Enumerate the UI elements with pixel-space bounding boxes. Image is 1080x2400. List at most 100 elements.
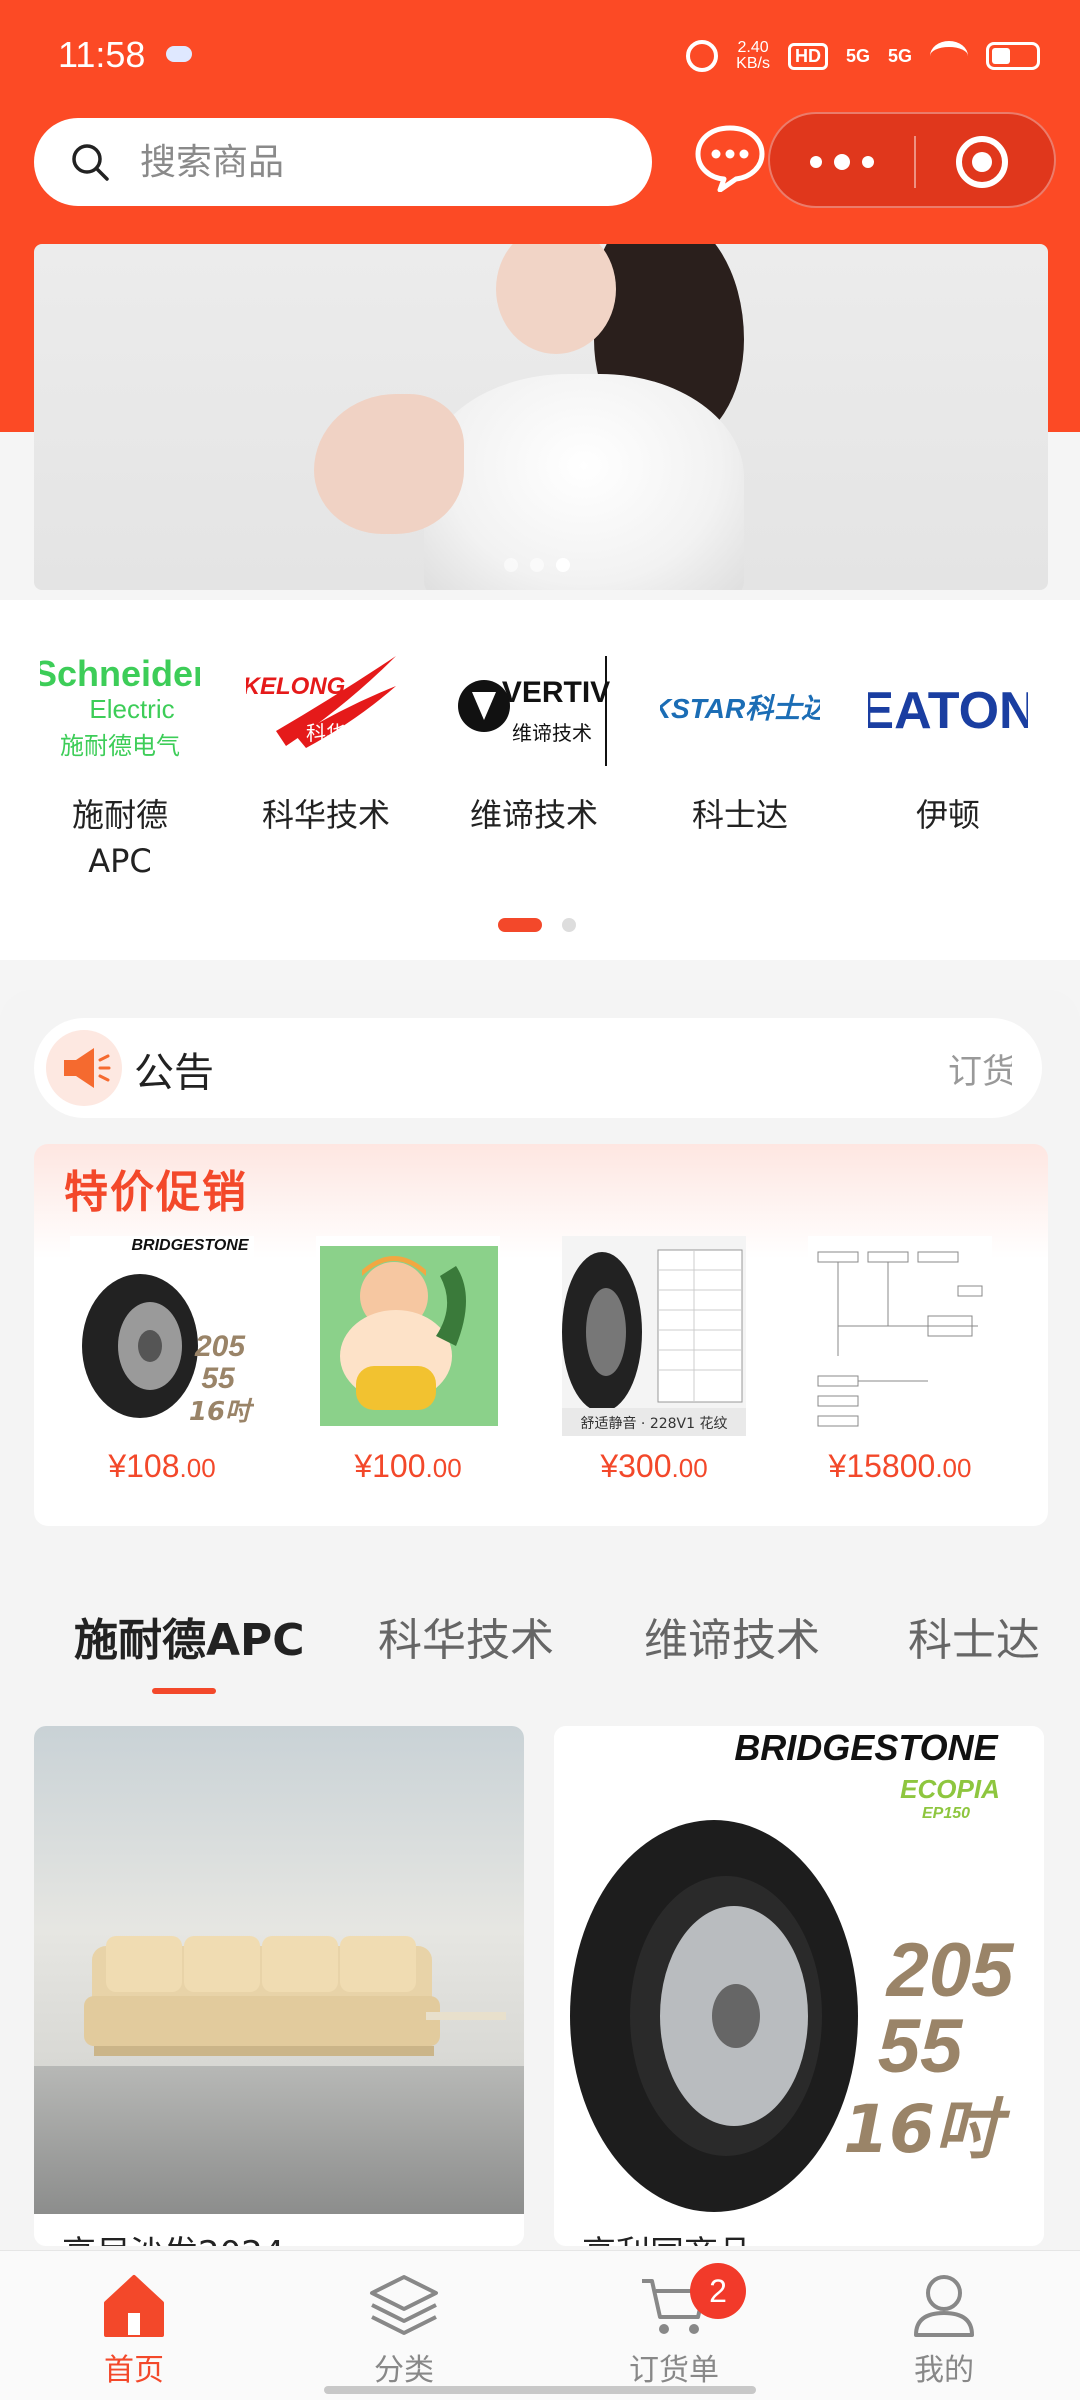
hd-icon: HD bbox=[787, 42, 828, 70]
speed-value: 2.40 bbox=[737, 39, 769, 56]
alarm-icon bbox=[686, 40, 719, 72]
signal-icon-2: 5G bbox=[887, 45, 912, 66]
brand-tabs: 施耐德APC 科华技术 维谛技术 科士达 bbox=[0, 1580, 1080, 1700]
speed-unit: KB/s bbox=[736, 55, 770, 72]
svg-text:205: 205 bbox=[194, 1330, 246, 1363]
promo-item[interactable]: BRIDGESTONE 205 55 16吋 ¥108.00 bbox=[62, 1236, 262, 1485]
promo-image-diagram bbox=[808, 1236, 992, 1436]
notice-bar[interactable]: 公告 订货 bbox=[34, 1018, 1042, 1118]
chat-icon[interactable] bbox=[694, 124, 766, 192]
vertiv-logo: VERTIV 维谛技术 bbox=[454, 636, 614, 776]
product-image-tire: BRIDGESTONE ECOPIA EP150 205 55 16吋 bbox=[554, 1726, 1044, 2214]
user-icon bbox=[908, 2269, 980, 2341]
product-card[interactable]: BRIDGESTONE ECOPIA EP150 205 55 16吋 高利同商… bbox=[554, 1726, 1044, 2246]
kelong-logo: KELONG 科华技术 bbox=[246, 636, 406, 776]
layers-icon bbox=[368, 2269, 440, 2341]
tabbar-label: 订货单 bbox=[629, 2353, 719, 2388]
product-card[interactable]: 高尼沙发2024 bbox=[34, 1726, 524, 2246]
promo-image-tire-label: 舒适静音 · 228V1 花纹 bbox=[562, 1236, 746, 1436]
svg-text:VERTIV: VERTIV bbox=[502, 676, 610, 709]
promo-item[interactable]: ¥100.00 bbox=[308, 1236, 508, 1485]
promo-image-cartoon bbox=[316, 1236, 500, 1436]
svg-text:KSTAR科士达: KSTAR科士达 bbox=[660, 693, 820, 724]
more-button[interactable] bbox=[770, 114, 914, 210]
brand-item-kstar[interactable]: KSTAR科士达 科士达 bbox=[640, 636, 840, 838]
brand-item-vertiv[interactable]: VERTIV 维谛技术 维谛技术 bbox=[434, 636, 634, 838]
svg-text:BRIDGESTONE: BRIDGESTONE bbox=[131, 1237, 249, 1254]
tabbar-label: 首页 bbox=[104, 2353, 164, 2388]
status-time: 11:58 bbox=[58, 34, 146, 75]
promo-price: ¥300.00 bbox=[600, 1448, 708, 1484]
tabbar-label: 分类 bbox=[374, 2353, 434, 2388]
eaton-logo: EATON bbox=[868, 636, 1028, 776]
banner-carousel[interactable] bbox=[34, 244, 1048, 590]
brand-item-kelong[interactable]: KELONG 科华技术 科华技术 bbox=[226, 636, 426, 838]
brand-section: Schneider Electric 施耐德电气 施耐德APC KELONG 科… bbox=[0, 600, 1080, 960]
brand-name: 科士达 bbox=[691, 796, 788, 834]
svg-text:16吋: 16吋 bbox=[843, 2091, 1011, 2168]
notice-marquee-text: 订货 bbox=[948, 1052, 1012, 1092]
promo-title: 特价促销 bbox=[64, 1167, 248, 1218]
tabbar-mine[interactable]: 我的 bbox=[844, 2269, 1044, 2389]
tab-kelong[interactable]: 科华技术 bbox=[378, 1604, 554, 1668]
promo-image-tire: BRIDGESTONE 205 55 16吋 bbox=[70, 1236, 254, 1436]
promo-price: ¥108.00 bbox=[108, 1448, 216, 1484]
bottom-tab-bar: 首页 分类 订货单 我的 2 bbox=[0, 2250, 1080, 2400]
notice-title: 公告 bbox=[134, 1050, 214, 1096]
product-title: 高利同商品 bbox=[582, 2226, 752, 2246]
tab-vertiv[interactable]: 维谛技术 bbox=[644, 1604, 820, 1668]
tabbar-label: 我的 bbox=[914, 2353, 974, 2388]
status-bar: 11:58 2.40 KB/s HD 5G 5G bbox=[0, 0, 1080, 112]
network-speed: 2.40 KB/s bbox=[736, 40, 770, 72]
promo-item[interactable]: 舒适静音 · 228V1 花纹 ¥300.00 bbox=[554, 1236, 754, 1485]
capsule-divider bbox=[914, 136, 916, 188]
tab-schneider[interactable]: 施耐德APC bbox=[74, 1604, 305, 1668]
brand-item-schneider[interactable]: Schneider Electric 施耐德电气 施耐德APC bbox=[20, 636, 220, 884]
gesture-bar bbox=[324, 2386, 756, 2394]
wifi-icon bbox=[930, 41, 968, 71]
svg-text:55: 55 bbox=[878, 2004, 964, 2089]
promo-price: ¥15800.00 bbox=[828, 1448, 972, 1484]
signal-icon-1: 5G bbox=[845, 45, 870, 66]
svg-text:KELONG: KELONG bbox=[246, 673, 345, 700]
svg-text:ECOPIA: ECOPIA bbox=[900, 1774, 1000, 1804]
kstar-logo: KSTAR科士达 bbox=[660, 636, 820, 776]
brand-page-indicator bbox=[498, 918, 576, 932]
svg-text:科华技术: 科华技术 bbox=[306, 721, 386, 745]
svg-text:Schneider: Schneider bbox=[40, 653, 200, 694]
product-image-sofa bbox=[34, 1726, 524, 2214]
promo-section: 特价促销 BRIDGESTONE 205 55 16吋 ¥108.00 ¥100… bbox=[34, 1144, 1048, 1526]
schneider-logo: Schneider Electric 施耐德电气 bbox=[40, 636, 200, 776]
active-tab-indicator bbox=[152, 1688, 216, 1694]
close-miniprogram-icon[interactable] bbox=[956, 136, 1008, 188]
svg-text:EP150: EP150 bbox=[922, 1805, 970, 1822]
status-icons: 2.40 KB/s HD 5G 5G bbox=[686, 34, 1040, 78]
brand-item-eaton[interactable]: EATON 伊顿 bbox=[848, 636, 1048, 838]
search-icon bbox=[72, 144, 109, 181]
svg-text:BRIDGESTONE: BRIDGESTONE bbox=[734, 1727, 998, 1768]
megaphone-icon bbox=[46, 1030, 122, 1106]
cart-count-badge: 2 bbox=[690, 2263, 746, 2319]
promo-price: ¥100.00 bbox=[354, 1448, 462, 1484]
weather-icon bbox=[166, 46, 192, 62]
home-icon bbox=[98, 2269, 170, 2341]
tabbar-category[interactable]: 分类 bbox=[304, 2269, 504, 2389]
svg-text:55: 55 bbox=[201, 1362, 236, 1395]
tabbar-home[interactable]: 首页 bbox=[34, 2269, 234, 2389]
brand-name: 伊顿 bbox=[915, 796, 980, 834]
svg-text:施耐德电气: 施耐德电气 bbox=[60, 732, 180, 760]
banner-indicator bbox=[504, 558, 570, 572]
svg-text:EATON: EATON bbox=[868, 682, 1028, 740]
svg-text:舒适静音 · 228V1 花纹: 舒适静音 · 228V1 花纹 bbox=[580, 1415, 727, 1432]
brand-name: 施耐德APC bbox=[71, 796, 168, 880]
battery-icon bbox=[986, 42, 1040, 70]
brand-name: 维谛技术 bbox=[469, 796, 598, 834]
promo-item[interactable]: ¥15800.00 bbox=[800, 1236, 1000, 1485]
search-bar[interactable] bbox=[34, 118, 652, 206]
brand-name: 科华技术 bbox=[261, 796, 390, 834]
mini-program-capsule bbox=[768, 112, 1056, 208]
tab-kstar[interactable]: 科士达 bbox=[908, 1604, 1040, 1668]
svg-text:16吋: 16吋 bbox=[189, 1397, 254, 1427]
search-input[interactable] bbox=[140, 138, 620, 186]
svg-text:205: 205 bbox=[885, 1928, 1016, 2013]
